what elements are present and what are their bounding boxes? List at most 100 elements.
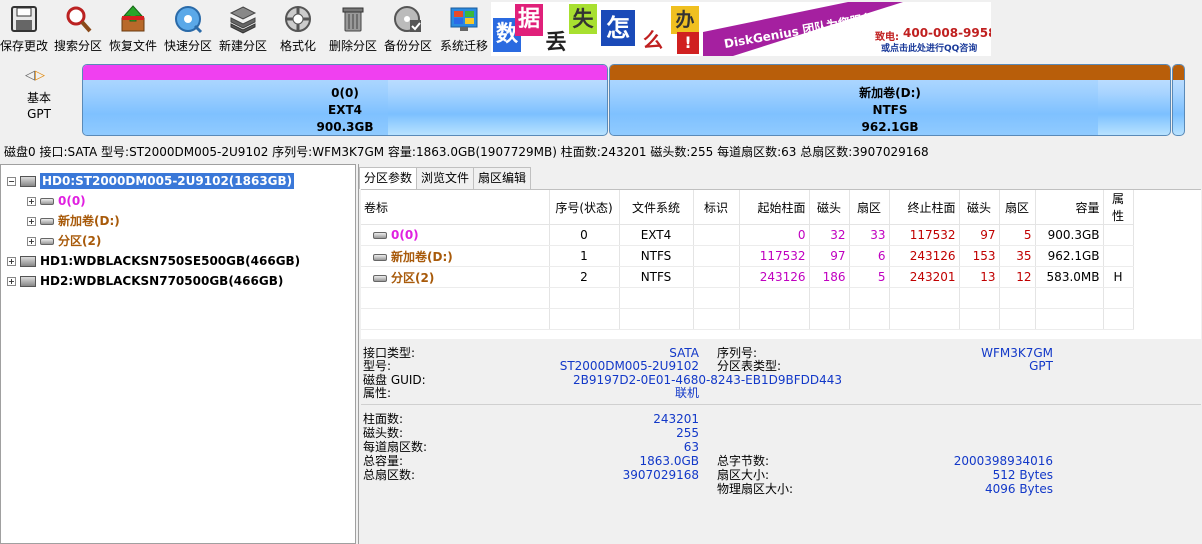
column-header[interactable]: 扇区 — [849, 190, 890, 225]
value-sectors-per-track: 63 — [683, 440, 699, 454]
table-row[interactable]: 0(0) 0 EXT4 0 32 33 117532 97 5 900.3GB — [361, 224, 1134, 246]
new-partition-button[interactable]: 新建分区 — [219, 2, 267, 56]
collapse-icon[interactable]: − — [7, 177, 16, 186]
partition-name: 0(0) — [331, 86, 359, 100]
value-total-capacity: 1863.0GB — [639, 454, 699, 468]
disk-info-line: 磁盘0 接口:SATA 型号:ST2000DM005-2U9102 序列号:WF… — [4, 145, 929, 159]
prev-disk-arrow-icon[interactable]: ◁ — [25, 68, 35, 83]
recover-file-icon — [121, 5, 145, 32]
column-header[interactable]: 容量 — [1035, 190, 1104, 225]
column-header[interactable]: 文件系统 — [619, 190, 694, 225]
expand-icon[interactable]: + — [7, 257, 16, 266]
next-disk-arrow-icon[interactable]: ▷ — [35, 68, 45, 83]
partition-icon — [40, 238, 54, 245]
hard-disk-icon — [20, 176, 36, 187]
table-row[interactable]: 分区(2) 2 NTFS 243126 186 5 243201 13 12 5… — [361, 266, 1134, 288]
column-header[interactable]: 标识 — [693, 190, 740, 225]
tab-sector-edit[interactable]: 扇区编辑 — [473, 167, 532, 189]
hard-disk-icon — [20, 276, 36, 287]
column-header[interactable]: 磁头 — [809, 190, 850, 225]
partition-icon — [373, 253, 387, 261]
partition-size: 962.1GB — [861, 120, 919, 134]
tree-disk-1[interactable]: + HD1:WDBLACKSN750SE500GB(466GB) — [7, 251, 300, 271]
partition-fs: NTFS — [872, 103, 908, 117]
banner-char: 怎 — [601, 10, 635, 46]
quick-partition-icon — [175, 6, 203, 34]
column-header[interactable]: 卷标 — [361, 190, 550, 225]
hard-disk-icon — [20, 256, 36, 267]
partition-color-bar — [83, 65, 607, 80]
tab-bar: 分区参数 浏览文件 扇区编辑 — [359, 167, 532, 189]
label-total-capacity: 总容量: — [363, 454, 404, 468]
value-disk-guid: 2B9197D2-0E01-4680-8243-EB1D9BFDD443 — [573, 373, 843, 387]
banner-char: 办 — [671, 6, 699, 34]
toolbar: 保存更改 搜索分区 恢复文件 快速分区 新建分区 格式化 删除分区 备份分区 系… — [0, 0, 1202, 60]
expand-icon[interactable]: + — [27, 237, 36, 246]
partition-name: 新加卷(D:) — [859, 86, 921, 100]
label-total-sectors: 总扇区数: — [363, 468, 416, 482]
format-button[interactable]: 格式化 — [274, 2, 322, 56]
right-pane: 分区参数 浏览文件 扇区编辑 卷标 序号(状态) 文件系统 标识 起始柱面 磁头 扇… — [358, 164, 1202, 544]
tab-partition-params[interactable]: 分区参数 — [359, 167, 418, 189]
partition-icon — [40, 218, 54, 225]
backup-partition-button[interactable]: 备份分区 — [384, 2, 432, 56]
label-model: 型号: — [363, 359, 392, 373]
value-cylinders: 243201 — [653, 412, 699, 426]
column-header[interactable]: 起始柱面 — [739, 190, 810, 225]
search-partition-button[interactable]: 搜索分区 — [54, 2, 102, 56]
quick-partition-button[interactable]: 快速分区 — [164, 2, 212, 56]
column-header[interactable]: 终止柱面 — [889, 190, 960, 225]
backup-partition-icon — [394, 6, 421, 32]
tree-disk-0[interactable]: − HD0:ST2000DM005-2U9102(1863GB) — [7, 171, 295, 191]
tab-browse-files[interactable]: 浏览文件 — [416, 167, 475, 189]
column-header[interactable]: 扇区 — [999, 190, 1036, 225]
value-model: ST2000DM005-2U9102 — [559, 359, 699, 373]
partition-table: 卷标 序号(状态) 文件系统 标识 起始柱面 磁头 扇区 终止柱面 磁头 扇区 … — [361, 189, 1201, 339]
partition-color-bar — [610, 65, 1170, 80]
value-heads: 255 — [676, 426, 699, 440]
tree-partition-0[interactable]: +0(0) — [27, 191, 86, 211]
partition-icon — [373, 274, 387, 282]
tree-partition-2[interactable]: + 分区(2) — [27, 231, 101, 251]
partition-block-1[interactable]: 新加卷(D:) NTFS 962.1GB — [609, 64, 1171, 136]
label-heads: 磁头数: — [363, 426, 404, 440]
label-sector-size: 扇区大小: — [717, 468, 770, 482]
column-header[interactable]: 序号(状态) — [549, 190, 620, 225]
label-total-bytes: 总字节数: — [717, 454, 770, 468]
disk-map: ◁▷ 基本 GPT 0(0) EXT4 900.3GB 新加卷(D:) NTFS… — [0, 60, 1202, 142]
trash-icon — [342, 7, 364, 32]
system-migration-button[interactable]: 系统迁移 — [439, 2, 489, 56]
value-attribute: 联机 — [674, 386, 699, 400]
disk-nav: ◁▷ — [25, 68, 45, 83]
expand-icon[interactable]: + — [27, 197, 36, 206]
table-header: 卷标 序号(状态) 文件系统 标识 起始柱面 磁头 扇区 终止柱面 磁头 扇区 … — [361, 190, 1134, 225]
banner-char: 失 — [569, 4, 597, 34]
search-icon — [66, 6, 92, 33]
tree-disk-2[interactable]: + HD2:WDBLACKSN770500GB(466GB) — [7, 271, 283, 291]
disk-type-label: 基本 GPT — [26, 91, 51, 121]
save-button[interactable]: 保存更改 — [0, 2, 48, 56]
banner-char: 据 — [515, 4, 543, 36]
recover-file-button[interactable]: 恢复文件 — [109, 2, 157, 56]
tree-partition-1[interactable]: + 新加卷(D:) — [27, 211, 120, 231]
ad-banner[interactable]: 数 据 丢 失 怎 么 办 ! DiskGenius 团队为您服务 致电: 40… — [491, 2, 991, 56]
partition-icon — [373, 232, 387, 239]
banner-qq: 或点击此处进行QQ咨询 — [881, 44, 978, 54]
label-ptable-type: 分区表类型: — [717, 359, 782, 373]
value-physical-sector-size: 4096 Bytes — [984, 482, 1053, 496]
delete-partition-button[interactable]: 删除分区 — [329, 2, 377, 56]
label-physical-sector-size: 物理扇区大小: — [717, 482, 794, 496]
value-total-bytes: 2000398934016 — [953, 454, 1053, 468]
column-header[interactable]: 属性 — [1103, 190, 1134, 225]
banner-char: 么 — [641, 26, 665, 54]
partition-block-0[interactable]: 0(0) EXT4 900.3GB — [82, 64, 608, 136]
column-header[interactable]: 磁头 — [959, 190, 1000, 225]
expand-icon[interactable]: + — [7, 277, 16, 286]
partition-block-2[interactable] — [1172, 64, 1185, 136]
expand-icon[interactable]: + — [27, 217, 36, 226]
label-sectors-per-track: 每道扇区数: — [363, 440, 428, 454]
table-row[interactable]: 新加卷(D:) 1 NTFS 117532 97 6 243126 153 35… — [361, 245, 1134, 267]
banner-phone: 400-008-9958 — [903, 26, 991, 40]
partition-size: 900.3GB — [316, 120, 374, 134]
label-attribute: 属性: — [363, 386, 392, 400]
